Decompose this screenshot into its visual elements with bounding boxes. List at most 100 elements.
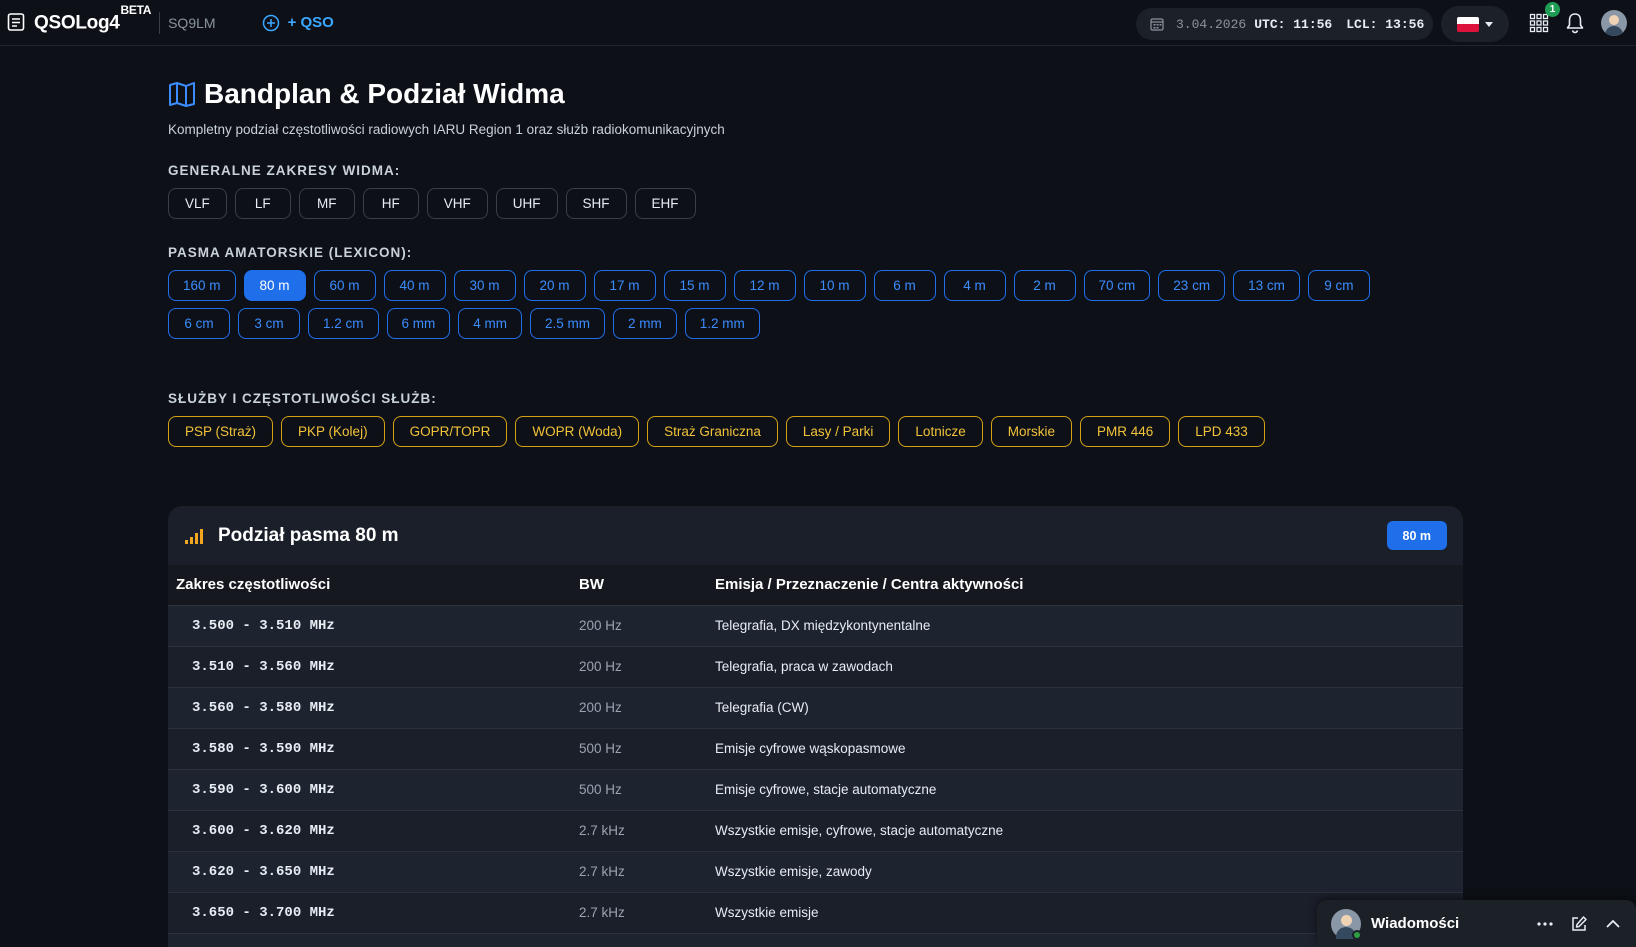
callsign: SQ9LM xyxy=(168,14,216,31)
band-60-m-button[interactable]: 60 m xyxy=(313,270,376,301)
compose-icon[interactable] xyxy=(1570,915,1588,933)
spectrum-range-vhf-button[interactable]: VHF xyxy=(426,188,488,219)
more-options-icon[interactable] xyxy=(1536,915,1554,933)
spectrum-range-vlf-button[interactable]: VLF xyxy=(168,188,227,219)
spectrum-range-lf-button[interactable]: LF xyxy=(234,188,291,219)
pl-flag-icon xyxy=(1457,16,1479,32)
band-plan-table: Zakres częstotliwości BW Emisja / Przezn… xyxy=(168,565,1463,947)
messages-title: Wiadomości xyxy=(1371,915,1460,932)
utc-time: UTC: 11:56 xyxy=(1254,16,1333,32)
page-title: Bandplan & Podział Widma xyxy=(204,78,565,109)
emission-cell: Telegrafia, DX międzykontynentalne xyxy=(707,605,1463,647)
chevron-up-icon[interactable] xyxy=(1604,915,1622,933)
band-6-cm-button[interactable]: 6 cm xyxy=(168,308,230,339)
spectrum-section: GENERALNE ZAKRESY WIDMA: VLF LF MF HF VHF UHF… xyxy=(168,163,1468,219)
service-gopr-topr-button[interactable]: GOPR/TOPR xyxy=(392,416,508,447)
emission-cell: Wszystkie emisje, cyfrowe, stacje automa… xyxy=(707,810,1463,852)
column-header-range: Zakres częstotliwości xyxy=(168,565,571,606)
band-6-m-button[interactable]: 6 m xyxy=(873,270,936,301)
emission-cell: Wszystkie emisje, zawody xyxy=(707,851,1463,893)
apps-grid-icon[interactable] xyxy=(1529,13,1549,33)
beta-badge: BETA xyxy=(120,3,152,18)
messages-dock[interactable]: Wiadomości xyxy=(1317,900,1636,947)
brand[interactable]: QSOLog4BETA xyxy=(6,3,151,34)
spectrum-range-ehf-button[interactable]: EHF xyxy=(634,188,696,219)
ham-bands-label: PASMA AMATORSKIE (LEXICON): xyxy=(168,245,413,260)
band-15-m-button[interactable]: 15 m xyxy=(663,270,726,301)
service-psp-straz-button[interactable]: PSP (Straż) xyxy=(168,416,274,447)
band-23-cm-button[interactable]: 23 cm xyxy=(1158,270,1226,301)
bandwidth-cell: 2.7 kHz xyxy=(571,810,707,852)
band-4-m-button[interactable]: 4 m xyxy=(943,270,1006,301)
top-navbar: QSOLog4BETA SQ9LM + QSO 3.04.2026 UTC: 1… xyxy=(0,0,1636,46)
main-content: Bandplan & Podział Widma Kompletny podzi… xyxy=(168,78,1468,447)
spectrum-range-mf-button[interactable]: MF xyxy=(298,188,355,219)
spectrum-label: GENERALNE ZAKRESY WIDMA: xyxy=(168,163,401,178)
band-2-m-button[interactable]: 2 m xyxy=(1013,270,1076,301)
service-list: PSP (Straż) PKP (Kolej) GOPR/TOPR WOPR (Wod… xyxy=(168,416,1468,447)
band-10-m-button[interactable]: 10 m xyxy=(803,270,866,301)
service-lotnicze-button[interactable]: Lotnicze xyxy=(898,416,983,447)
ham-band-list-row1: 160 m 80 m 60 m 40 m 30 m 20 m 17 m 15 m 12 m 10 … xyxy=(168,270,1468,301)
frequency-range-cell: 3.560 - 3.580 MHz xyxy=(168,687,571,729)
spectrum-range-shf-button[interactable]: SHF xyxy=(565,188,627,219)
emission-cell: Emisje cyfrowe wąskopasmowe xyxy=(707,728,1463,770)
table-row: 3.600 - 3.620 MHz 2.7 kHz Wszystkie emisje… xyxy=(168,810,1463,852)
service-lasy-parki-button[interactable]: Lasy / Parki xyxy=(785,416,891,447)
service-lpd-433-button[interactable]: LPD 433 xyxy=(1178,416,1265,447)
bell-icon[interactable] xyxy=(1565,12,1585,34)
band-9-cm-button[interactable]: 9 cm xyxy=(1307,270,1370,301)
add-qso-button[interactable]: + QSO xyxy=(262,14,334,32)
service-pmr-446-button[interactable]: PMR 446 xyxy=(1079,416,1171,447)
bandwidth-cell: 500 Hz xyxy=(571,728,707,770)
spectrum-range-list: VLF LF MF HF VHF UHF SHF EHF xyxy=(168,188,1468,219)
band-2-5-mm-button[interactable]: 2.5 mm xyxy=(530,308,606,339)
band-2-mm-button[interactable]: 2 mm xyxy=(613,308,677,339)
band-badge: 80 m xyxy=(1386,521,1447,550)
table-row: 3.500 - 3.510 MHz 200 Hz Telegrafia, DX mi… xyxy=(168,605,1463,647)
services-section: SŁUŻBY I CZĘSTOTLIWOŚCI SŁUŻB: PSP (Stra… xyxy=(168,391,1468,447)
bandwidth-cell: 2.7 kHz xyxy=(571,892,707,934)
emission-cell: Telegrafia (CW) xyxy=(707,687,1463,729)
band-20-m-button[interactable]: 20 m xyxy=(523,270,586,301)
ham-bands-section: PASMA AMATORSKIE (LEXICON): 160 m 80 m 60 … xyxy=(168,245,1468,339)
chevron-down-icon xyxy=(1485,21,1493,27)
online-status-dot xyxy=(1352,929,1362,940)
language-selector[interactable] xyxy=(1441,6,1509,42)
ham-band-list-row2: 6 cm 3 cm 1.2 cm 6 mm 4 mm 2.5 mm 2 mm 1.2 mm xyxy=(168,308,1468,339)
bandwidth-cell: 200 Hz xyxy=(571,687,707,729)
column-header-emission: Emisja / Przeznaczenie / Centra aktywnoś… xyxy=(707,565,1463,606)
band-6-mm-button[interactable]: 6 mm xyxy=(386,308,451,339)
band-1-2-mm-button[interactable]: 1.2 mm xyxy=(684,308,760,339)
user-avatar[interactable] xyxy=(1601,10,1627,36)
table-row: 3.620 - 3.650 MHz 2.7 kHz Wszystkie emisje… xyxy=(168,851,1463,893)
service-pkp-kolej-button[interactable]: PKP (Kolej) xyxy=(281,416,385,447)
band-1-2-cm-button[interactable]: 1.2 cm xyxy=(308,308,379,339)
logbook-icon xyxy=(7,13,25,32)
spectrum-range-uhf-button[interactable]: UHF xyxy=(495,188,558,219)
band-17-m-button[interactable]: 17 m xyxy=(593,270,656,301)
band-160-m-button[interactable]: 160 m xyxy=(168,270,236,301)
service-wopr-woda-button[interactable]: WOPR (Woda) xyxy=(515,416,640,447)
band-40-m-button[interactable]: 40 m xyxy=(383,270,446,301)
spectrum-range-hf-button[interactable]: HF xyxy=(362,188,419,219)
current-date: 3.04.2026 xyxy=(1176,16,1247,32)
band-70-cm-button[interactable]: 70 cm xyxy=(1083,270,1151,301)
service-morskie-button[interactable]: Morskie xyxy=(990,416,1072,447)
frequency-range-cell: 3.590 - 3.600 MHz xyxy=(168,769,571,811)
band-3-cm-button[interactable]: 3 cm xyxy=(238,308,300,339)
band-plan-panel: Podział pasma 80 m 80 m Zakres częstotli… xyxy=(168,506,1463,947)
bandwidth-cell: 200 Hz xyxy=(571,605,707,647)
band-4-mm-button[interactable]: 4 mm xyxy=(458,308,523,339)
messages-actions xyxy=(1536,915,1622,933)
emission-cell: Emisje cyfrowe, stacje automatyczne xyxy=(707,769,1463,811)
calendar-icon xyxy=(1150,18,1164,31)
band-12-m-button[interactable]: 12 m xyxy=(733,270,796,301)
service-straz-graniczna-button[interactable]: Straż Graniczna xyxy=(647,416,778,447)
add-qso-label: + QSO xyxy=(287,14,334,31)
column-header-bw: BW xyxy=(571,565,707,606)
band-13-cm-button[interactable]: 13 cm xyxy=(1233,270,1300,301)
band-30-m-button[interactable]: 30 m xyxy=(453,270,516,301)
brand-divider xyxy=(159,11,161,34)
band-80-m-button[interactable]: 80 m xyxy=(243,270,306,301)
